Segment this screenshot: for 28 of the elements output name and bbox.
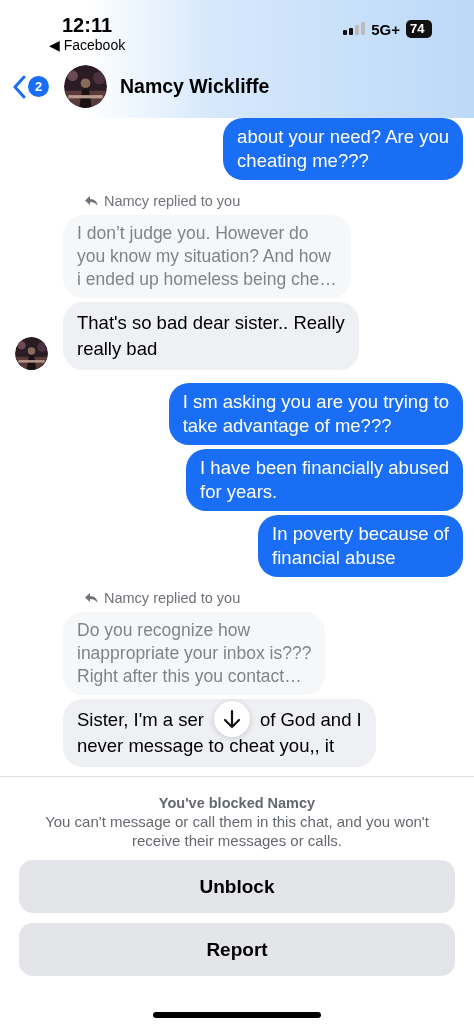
action-button[interactable]: Report bbox=[19, 923, 455, 976]
quoted-message: I don’t judge you. However do you know my situation? And how i ended up homeless being che… bbox=[63, 215, 351, 298]
contact-name[interactable]: Namcy Wickliffe bbox=[120, 75, 270, 98]
network-type: 5G+ bbox=[371, 20, 400, 38]
received-message: That's so bad dear sister.. Really really bad bbox=[63, 302, 359, 370]
signal-icon bbox=[343, 22, 366, 36]
reply-icon bbox=[85, 593, 98, 603]
back-icon[interactable] bbox=[12, 74, 26, 99]
sent-message: I have been financially abused for years. bbox=[186, 449, 463, 511]
quoted-message: Do you recognize how inappropriate your inbox is??? Right after this you contact… bbox=[63, 612, 326, 695]
message-text: never message to cheat you,, it bbox=[77, 735, 335, 756]
blocked-description: You can't message or call them in this chat, and you won't receive their messages or calls. bbox=[44, 812, 430, 850]
back-to-app-link[interactable]: ◀ Facebook bbox=[48, 36, 126, 54]
message-text: of God and I bbox=[259, 709, 362, 730]
blocked-title: You've blocked Namcy bbox=[157, 794, 317, 812]
scroll-down-button[interactable] bbox=[213, 701, 250, 737]
sent-message: In poverty because of financial abuse bbox=[258, 515, 463, 577]
unread-count-badge: 2 bbox=[28, 76, 49, 97]
clock-time: 12:11 bbox=[61, 14, 113, 36]
reply-icon bbox=[85, 196, 98, 206]
sent-message: I sm asking you are you trying to take advantage of me??? bbox=[168, 383, 463, 445]
message-text: Sister, I'm a ser bbox=[77, 709, 204, 730]
reply-label: Namcy replied to you bbox=[104, 590, 241, 606]
action-button[interactable]: Unblock bbox=[19, 860, 455, 913]
arrow-down-icon bbox=[222, 709, 241, 729]
sent-message: about your need? Are you cheating me??? bbox=[223, 118, 463, 180]
reply-label: Namcy replied to you bbox=[104, 193, 241, 209]
battery-icon: 74 bbox=[406, 20, 432, 38]
